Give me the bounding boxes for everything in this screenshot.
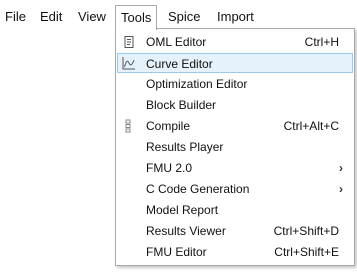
menu-item-c-code-generation[interactable]: C Code Generation › <box>117 179 353 199</box>
menu-item-label: C Code Generation <box>146 182 250 196</box>
menu-item-label: Results Player <box>146 140 224 154</box>
menu-item-fmu-editor[interactable]: FMU Editor Ctrl+Shift+E <box>117 242 353 262</box>
tools-dropdown-menu: OML Editor Ctrl+H Curve Editor Optimizat… <box>115 28 355 266</box>
menu-item-compile[interactable]: Compile Ctrl+Alt+C <box>117 116 353 136</box>
menu-item-shortcut: Ctrl+Alt+C <box>283 119 339 133</box>
menu-item-model-report[interactable]: Model Report <box>117 200 353 220</box>
menu-item-label: Optimization Editor <box>146 77 248 91</box>
menu-import[interactable]: Import <box>217 7 254 27</box>
menu-item-label: FMU Editor <box>146 245 207 259</box>
chevron-right-icon: › <box>339 182 343 196</box>
menu-tools[interactable]: Tools <box>115 5 158 30</box>
menu-edit[interactable]: Edit <box>40 7 62 27</box>
script-icon <box>122 35 136 49</box>
menu-spice[interactable]: Spice <box>168 7 201 27</box>
menu-item-results-viewer[interactable]: Results Viewer Ctrl+Shift+D <box>117 221 353 241</box>
menu-item-label: Curve Editor <box>146 57 213 71</box>
menu-view[interactable]: View <box>78 7 106 27</box>
compile-icon <box>122 119 136 133</box>
menu-item-label: Results Viewer <box>146 224 226 238</box>
curve-icon <box>122 56 136 70</box>
menu-item-shortcut: Ctrl+Shift+E <box>274 245 339 259</box>
menu-item-label: Compile <box>146 119 191 133</box>
menu-item-block-builder[interactable]: Block Builder <box>117 95 353 115</box>
menu-item-label: Model Report <box>146 203 219 217</box>
menu-item-fmu-2-0[interactable]: FMU 2.0 › <box>117 158 353 178</box>
menu-item-curve-editor[interactable]: Curve Editor <box>117 53 353 73</box>
menu-item-label: OML Editor <box>146 35 207 49</box>
menu-item-shortcut: Ctrl+H <box>304 35 339 49</box>
menu-file[interactable]: File <box>5 7 26 27</box>
menu-item-optimization-editor[interactable]: Optimization Editor <box>117 74 353 94</box>
menu-item-oml-editor[interactable]: OML Editor Ctrl+H <box>117 32 353 52</box>
menu-item-label: FMU 2.0 <box>146 161 193 175</box>
menu-item-label: Block Builder <box>146 98 217 112</box>
chevron-right-icon: › <box>339 161 343 175</box>
menu-item-results-player[interactable]: Results Player <box>117 137 353 157</box>
menu-item-shortcut: Ctrl+Shift+D <box>273 224 339 238</box>
